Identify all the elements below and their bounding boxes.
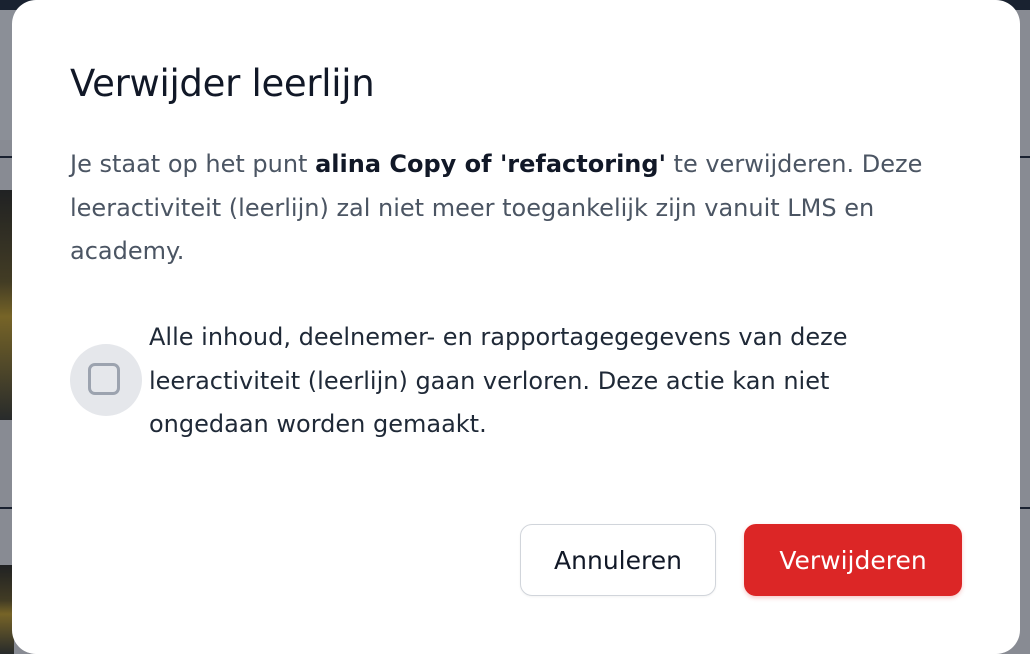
- delete-dialog: Verwijder leerlijn Je staat op het punt …: [12, 0, 1020, 654]
- description-prefix: Je staat op het punt: [70, 150, 316, 178]
- dialog-description: Je staat op het punt alina Copy of 'refa…: [70, 143, 960, 274]
- item-name: alina Copy of 'refactoring': [315, 150, 666, 178]
- delete-button[interactable]: Verwijderen: [744, 524, 962, 596]
- cancel-button[interactable]: Annuleren: [520, 524, 716, 596]
- dialog-title: Verwijder leerlijn: [70, 62, 375, 105]
- confirm-label[interactable]: Alle inhoud, deelnemer- en rapportagegeg…: [149, 316, 949, 447]
- checkbox-box: [88, 363, 120, 395]
- confirm-checkbox[interactable]: [70, 344, 142, 416]
